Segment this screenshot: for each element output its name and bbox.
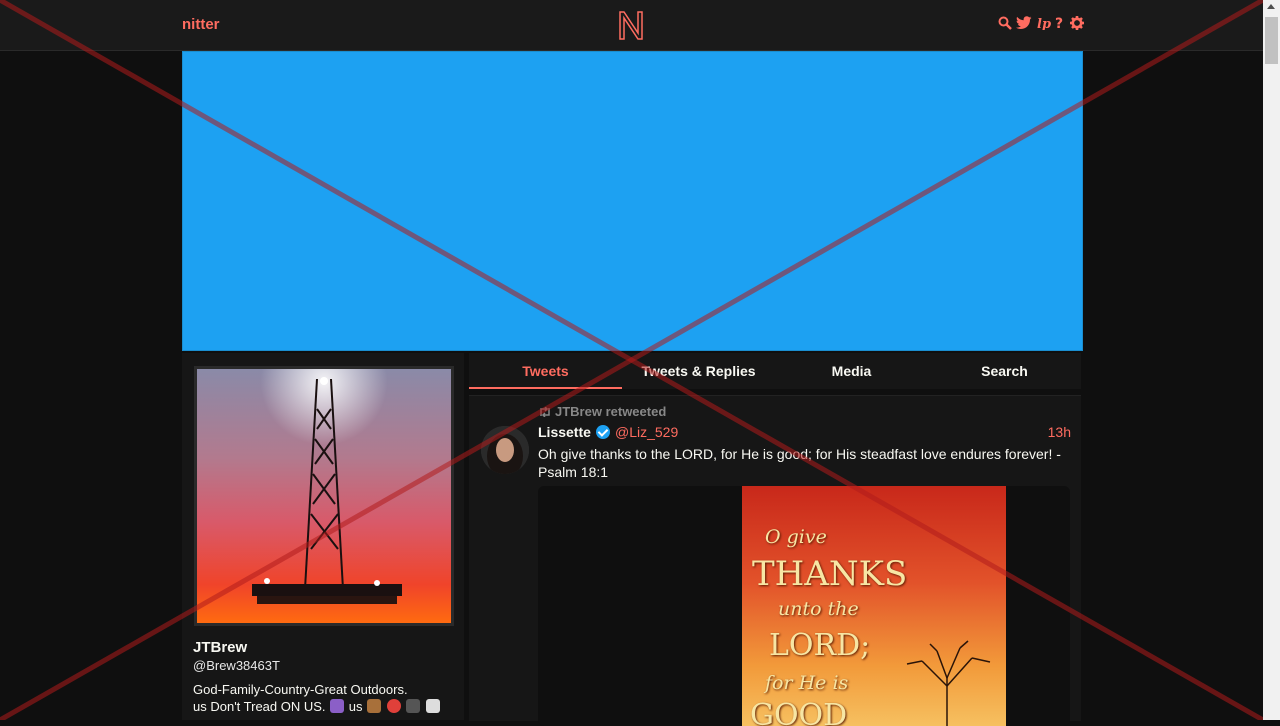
retweet-icon (540, 406, 550, 418)
profile-banner[interactable] (182, 51, 1083, 351)
svg-text:lp: lp (1037, 17, 1051, 30)
tweet-image[interactable]: O give THANKS unto the LORD; for He is G… (742, 486, 1006, 726)
svg-text:?: ? (1055, 16, 1063, 30)
nitter-logo[interactable] (617, 9, 645, 46)
profile-card: JTBrew @Brew38463T God-Family-Country-Gr… (182, 353, 464, 720)
tab-tweets[interactable]: Tweets (469, 353, 622, 389)
timeline-tabs: Tweets Tweets & Replies Media Search (469, 353, 1081, 389)
target-emoji-icon (386, 699, 401, 713)
tweet-media: O give THANKS unto the LORD; for He is G… (538, 486, 1070, 726)
image-text: THANKS (752, 554, 908, 594)
coffee-emoji-icon (426, 699, 441, 713)
liberapay-icon[interactable]: lp (1037, 16, 1051, 32)
image-text: O give (765, 526, 827, 548)
image-text: unto the (778, 598, 859, 620)
tweet-text: Oh give thanks to the LORD, for He is go… (538, 446, 1061, 480)
gear-icon[interactable] (1070, 16, 1084, 32)
bio-text: us Don't Tread ON US. (193, 699, 326, 714)
navbar: nitter lp ? (0, 0, 1263, 51)
search-icon[interactable] (998, 16, 1012, 32)
page-scrollbar[interactable] (1263, 0, 1280, 720)
tweet-author-handle[interactable]: @Liz_529 (615, 424, 678, 440)
verified-badge-icon (595, 425, 610, 439)
retweet-header-text: JTBrew retweeted (555, 404, 667, 419)
scroll-up-arrow-icon[interactable] (1267, 4, 1275, 9)
brand-link[interactable]: nitter (182, 16, 220, 33)
bio-line: us Don't Tread ON US. us (193, 698, 455, 715)
timeline: JTBrew retweeted Lissette @Liz_529 13h O… (469, 395, 1081, 726)
deer-emoji-icon (367, 699, 382, 713)
cross-emoji-icon (330, 699, 345, 713)
retweet-header[interactable]: JTBrew retweeted (538, 404, 666, 419)
tab-search[interactable]: Search (928, 353, 1081, 389)
headphones-emoji-icon (406, 699, 421, 713)
profile-username[interactable]: @Brew38463T (193, 658, 280, 673)
bio-line: God-Family-Country-Great Outdoors. (193, 682, 408, 697)
image-text: for He is (765, 672, 849, 694)
profile-avatar[interactable] (194, 366, 454, 626)
bio-text: us (348, 699, 363, 714)
tweet-author-name-text: Lissette (538, 424, 591, 440)
tweet-date[interactable]: 13h (1048, 424, 1071, 440)
scroll-thumb[interactable] (1265, 17, 1278, 64)
tab-tweets-replies[interactable]: Tweets & Replies (622, 353, 775, 389)
profile-fullname[interactable]: JTBrew (193, 639, 247, 656)
tab-media[interactable]: Media (775, 353, 928, 389)
image-text: GOOD (750, 698, 848, 726)
tweet-avatar[interactable] (481, 426, 529, 474)
twitter-bird-icon[interactable] (1016, 16, 1032, 32)
profile-bio: God-Family-Country-Great Outdoors. us Do… (193, 681, 455, 715)
nav-icons: lp ? (998, 16, 1084, 32)
image-text: LORD; (769, 628, 871, 663)
tweet-author-name[interactable]: Lissette (538, 424, 610, 440)
help-icon[interactable]: ? (1055, 16, 1065, 32)
